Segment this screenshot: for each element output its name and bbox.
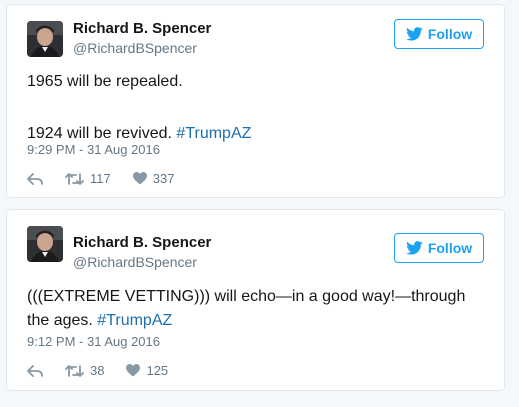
- follow-label: Follow: [427, 240, 473, 256]
- tweet-actions: 38 125: [27, 363, 190, 378]
- reply-icon: [27, 172, 43, 185]
- tweet-card: Richard B. Spencer @RichardBSpencer Foll…: [6, 209, 505, 391]
- tweet-timestamp[interactable]: 9:29 PM - 31 Aug 2016: [27, 142, 160, 157]
- reply-button[interactable]: [27, 172, 43, 185]
- hashtag-link[interactable]: #TrumpAZ: [97, 312, 172, 329]
- author-name[interactable]: Richard B. Spencer: [73, 234, 211, 251]
- follow-label: Follow: [427, 26, 473, 42]
- reply-button[interactable]: [27, 364, 43, 377]
- author-handle[interactable]: @RichardBSpencer: [73, 40, 197, 56]
- follow-button[interactable]: Follow: [394, 233, 484, 263]
- author-name[interactable]: Richard B. Spencer: [73, 20, 211, 37]
- retweet-icon: [65, 172, 84, 185]
- like-button[interactable]: 125: [126, 363, 168, 378]
- like-count: 125: [146, 363, 169, 378]
- heart-icon: [132, 172, 147, 185]
- retweet-button[interactable]: 117: [65, 171, 111, 186]
- tweet-text-segment: (((EXTREME VETTING))) will echo—in a goo…: [27, 288, 466, 329]
- reply-icon: [27, 364, 43, 377]
- author-handle[interactable]: @RichardBSpencer: [73, 254, 197, 270]
- retweet-button[interactable]: 38: [65, 363, 104, 378]
- like-button[interactable]: 337: [132, 171, 175, 186]
- hashtag-link[interactable]: #TrumpAZ: [176, 125, 251, 142]
- tweet-text-line: 1965 will be repealed.: [27, 73, 183, 90]
- retweet-count: 117: [90, 171, 111, 186]
- tweet-text-segment: 1924 will be revived.: [27, 125, 177, 142]
- like-count: 337: [152, 171, 175, 186]
- twitter-bird-icon: [405, 241, 423, 255]
- tweet-card: Richard B. Spencer @RichardBSpencer Foll…: [6, 4, 505, 198]
- heart-icon: [126, 364, 141, 377]
- retweet-icon: [65, 364, 84, 377]
- follow-button[interactable]: Follow: [394, 19, 484, 49]
- tweet-actions: 117 337: [27, 171, 196, 186]
- twitter-bird-icon: [405, 27, 423, 41]
- tweet-text: (((EXTREME VETTING))) will echo—in a goo…: [27, 285, 484, 333]
- retweet-count: 38: [90, 363, 105, 378]
- avatar[interactable]: [27, 226, 63, 262]
- avatar[interactable]: [27, 21, 63, 57]
- tweet-text: 1965 will be repealed. 1924 will be revi…: [27, 70, 484, 146]
- tweet-timestamp[interactable]: 9:12 PM - 31 Aug 2016: [27, 334, 160, 349]
